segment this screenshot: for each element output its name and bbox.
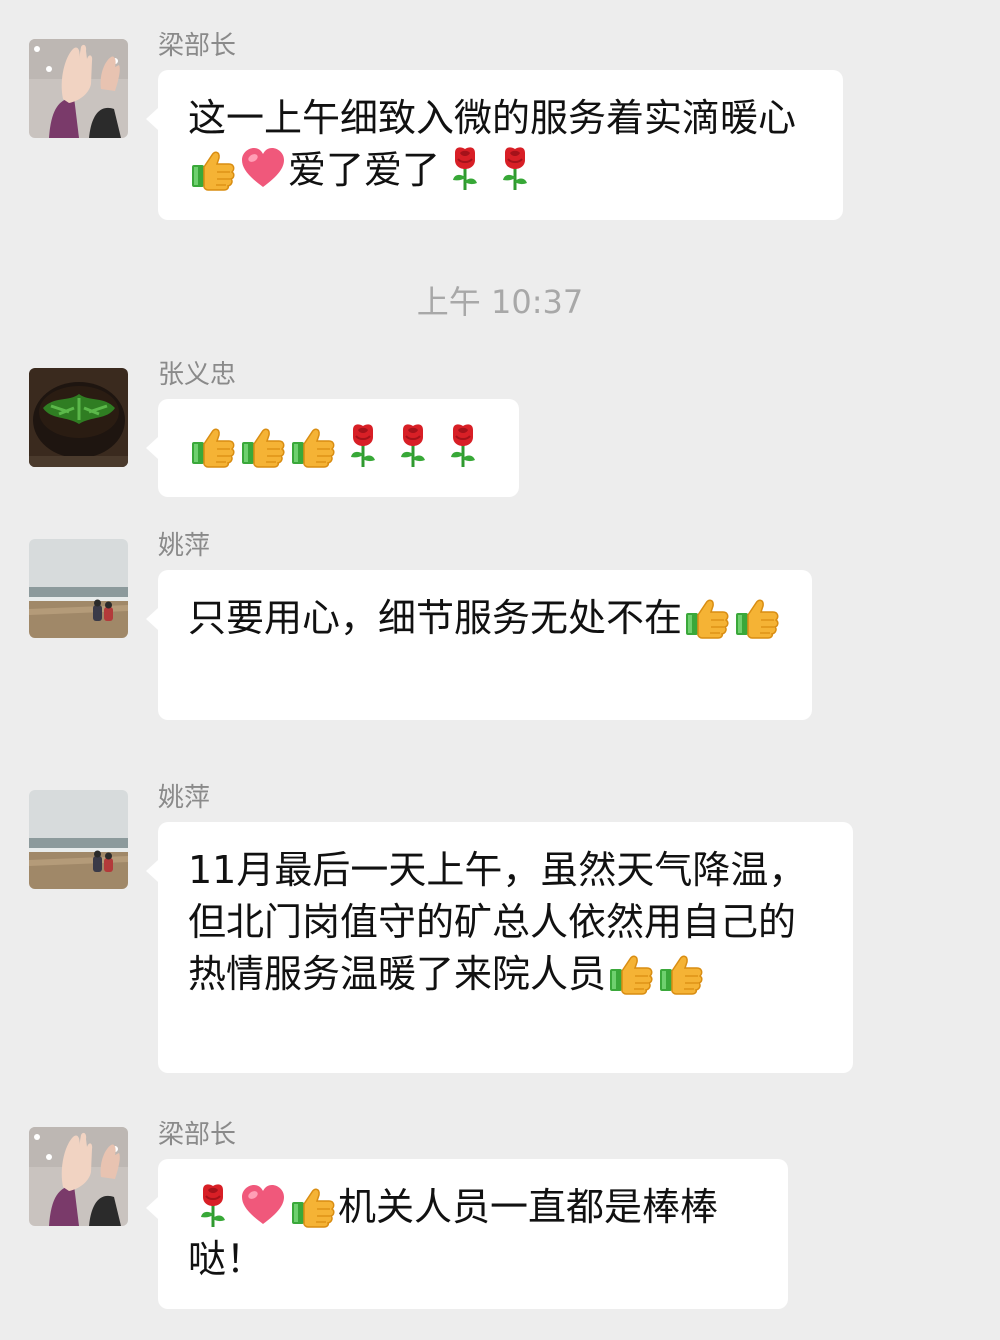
message-bubble[interactable]: 这一上午细致入微的服务着实滴暖心爱了爱了: [146, 70, 843, 220]
message-text-run: 11月最后一天上午，虽然天气降温，但北门岗值守的矿总人依然用自己的热情服务温暖了…: [188, 848, 807, 996]
rose-icon: [190, 1182, 236, 1228]
message-bubble[interactable]: 11月最后一天上午，虽然天气降温，但北门岗值守的矿总人依然用自己的热情服务温暖了…: [146, 822, 853, 1073]
rose-icon: [340, 422, 386, 468]
sender-avatar[interactable]: [29, 1127, 128, 1226]
beach-photo-avatar: [29, 790, 128, 889]
heart-icon: [240, 1182, 286, 1228]
message-text: 机关人员一直都是棒棒哒！: [188, 1181, 758, 1285]
thumbs-up-icon: [190, 145, 236, 191]
message-bubble[interactable]: 只要用心，细节服务无处不在: [146, 570, 812, 720]
sender-name: 梁部长: [158, 31, 237, 61]
hands-photo-avatar: [29, 1127, 128, 1226]
beach-photo-avatar: [29, 539, 128, 638]
thumbs-up-icon: [240, 422, 286, 468]
sender-avatar[interactable]: [29, 368, 128, 467]
message-text-run: 爱了爱了: [288, 148, 441, 192]
sender-name: 张义忠: [158, 360, 237, 390]
hands-photo-avatar: [29, 39, 128, 138]
chat-timestamp: 上午 10:37: [416, 283, 584, 321]
food-bowl-avatar: [29, 368, 128, 467]
sender-name: 姚萍: [158, 783, 211, 813]
message-text-run: 这一上午细致入微的服务着实滴暖心: [188, 96, 797, 140]
sender-avatar[interactable]: [29, 39, 128, 138]
thumbs-up-icon: [658, 949, 704, 995]
sender-avatar[interactable]: [29, 539, 128, 638]
sender-name: 姚萍: [158, 531, 211, 561]
thumbs-up-icon: [684, 593, 730, 639]
sender-avatar[interactable]: [29, 790, 128, 889]
rose-icon: [442, 145, 488, 191]
message-text: [188, 421, 489, 473]
thumbs-up-icon: [190, 422, 236, 468]
rose-icon: [492, 145, 538, 191]
message-text: 只要用心，细节服务无处不在: [188, 592, 782, 644]
message-bubble[interactable]: [146, 399, 519, 497]
message-text: 11月最后一天上午，虽然天气降温，但北门岗值守的矿总人依然用自己的热情服务温暖了…: [188, 844, 823, 1000]
thumbs-up-icon: [608, 949, 654, 995]
heart-icon: [240, 145, 286, 191]
thumbs-up-icon: [290, 422, 336, 468]
message-text-run: 只要用心，细节服务无处不在: [188, 596, 683, 640]
rose-icon: [440, 422, 486, 468]
sender-name: 梁部长: [158, 1120, 237, 1150]
message-bubble[interactable]: 机关人员一直都是棒棒哒！: [146, 1159, 788, 1309]
rose-icon: [390, 422, 436, 468]
thumbs-up-icon: [734, 593, 780, 639]
message-text: 这一上午细致入微的服务着实滴暖心爱了爱了: [188, 92, 813, 196]
thumbs-up-icon: [290, 1182, 336, 1228]
